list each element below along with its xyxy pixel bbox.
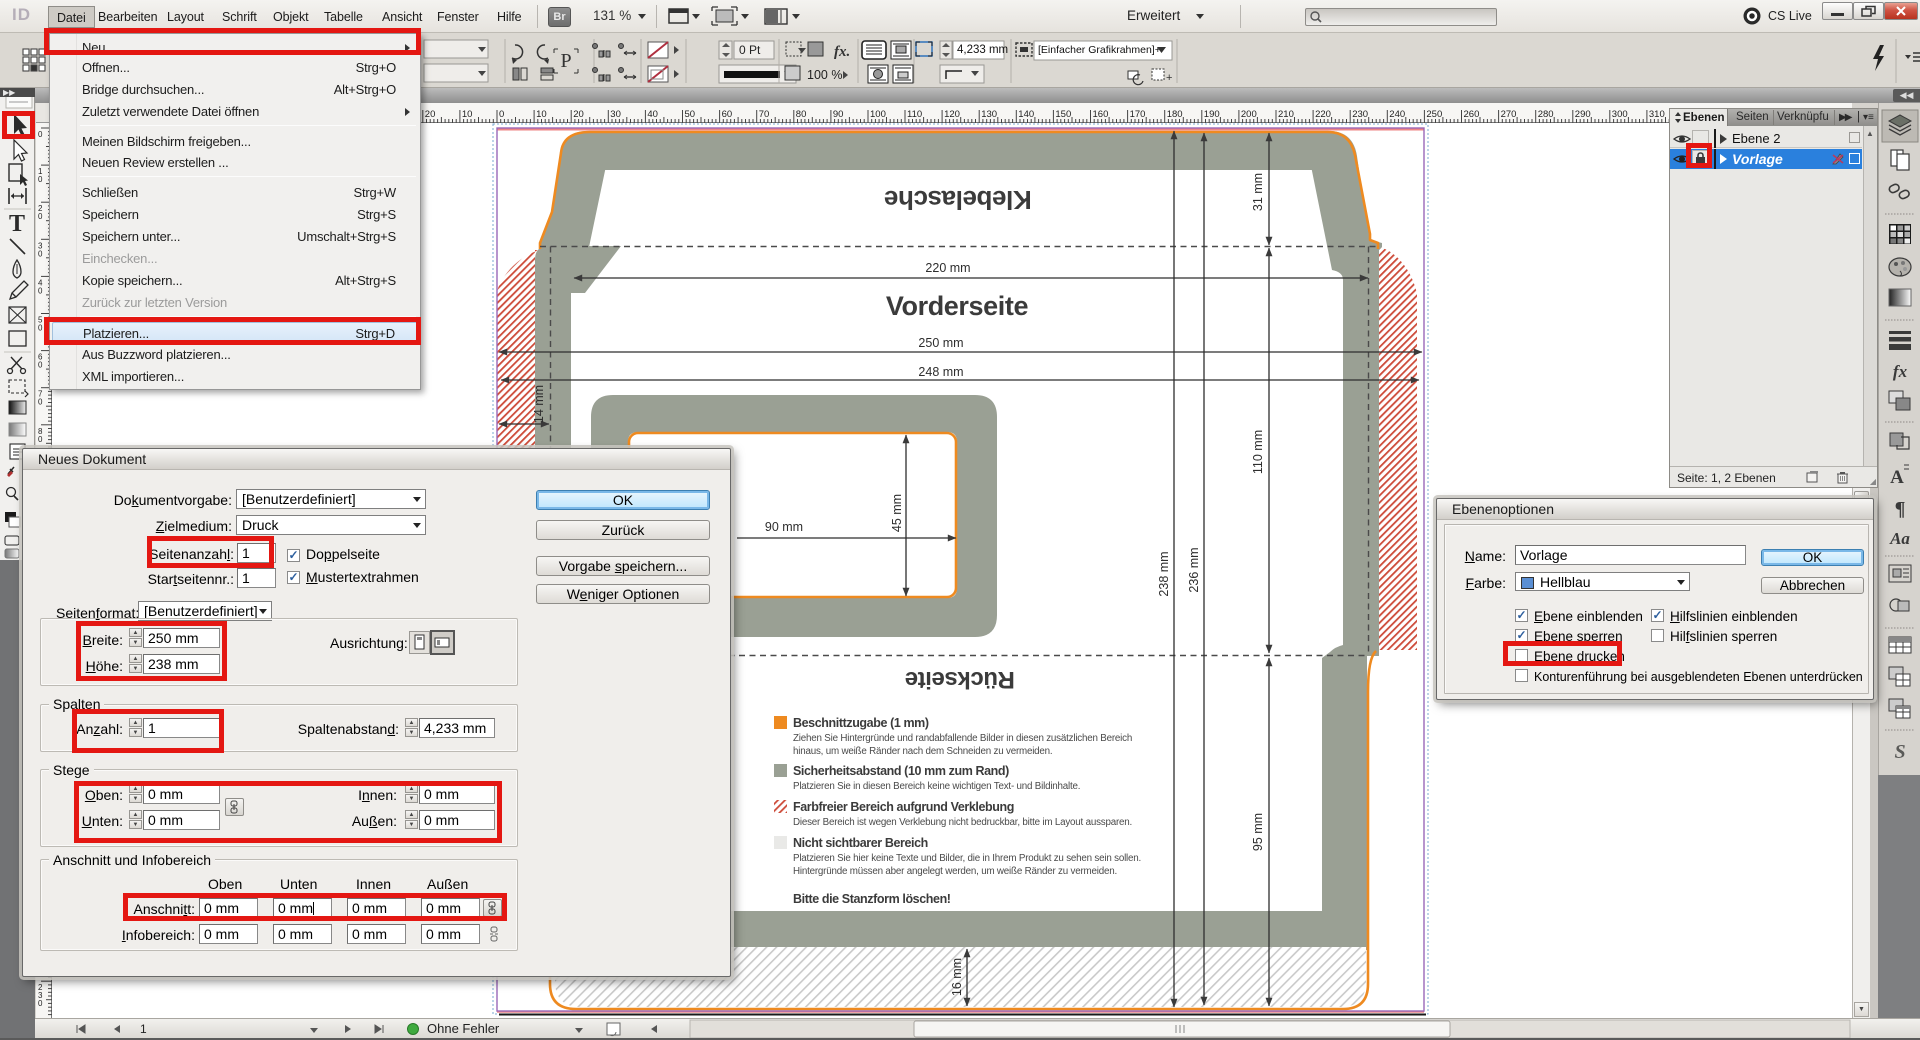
svg-text:310: 310: [1649, 109, 1665, 120]
svg-text:80: 80: [796, 109, 807, 120]
svg-text:220 mm: 220 mm: [925, 261, 970, 275]
svg-text:260: 260: [1464, 109, 1480, 120]
svg-text:Dieser Bereich ist wegen Verkl: Dieser Bereich ist wegen Verklebung nich…: [793, 817, 1132, 828]
svg-text:10: 10: [536, 109, 547, 120]
svg-text:fx.: fx.: [834, 44, 850, 60]
svg-text:250 mm: 250 mm: [918, 336, 963, 350]
svg-text:70: 70: [759, 109, 770, 120]
svg-text:50: 50: [685, 109, 696, 120]
svg-text:0: 0: [38, 435, 43, 444]
svg-text:110: 110: [907, 109, 922, 120]
svg-text:0: 0: [38, 361, 43, 370]
svg-text:0: 0: [38, 212, 43, 221]
svg-text:[Einfacher Grafikrahmen]+: [Einfacher Grafikrahmen]+: [1038, 44, 1161, 56]
svg-text:0: 0: [38, 249, 43, 258]
svg-text:210: 210: [1278, 109, 1294, 120]
svg-text:Nicht sichtbarer Bereich: Nicht sichtbarer Bereich: [793, 836, 928, 850]
svg-text:P: P: [560, 50, 571, 72]
svg-text:T: T: [9, 211, 25, 237]
svg-text:150: 150: [1055, 109, 1071, 120]
svg-text:Aa: Aa: [1889, 529, 1910, 548]
svg-text:Platzieren Sie hier keine Text: Platzieren Sie hier keine Texte und Bild…: [793, 853, 1141, 864]
svg-text:A: A: [1890, 467, 1904, 488]
svg-text:S: S: [1894, 741, 1905, 763]
svg-text:0: 0: [38, 286, 43, 295]
svg-text:Klebelasche: Klebelasche: [884, 185, 1031, 215]
svg-text:190: 190: [1204, 109, 1220, 120]
svg-text:100: 100: [870, 109, 886, 120]
svg-text:Platzieren Sie in diesen Berei: Platzieren Sie in diesen Bereich keine w…: [793, 781, 1080, 792]
svg-text:270: 270: [1501, 109, 1517, 120]
svg-text:0: 0: [38, 398, 43, 407]
svg-text:130: 130: [981, 109, 997, 120]
svg-text:180: 180: [1167, 109, 1183, 120]
svg-text:236 mm: 236 mm: [1187, 547, 1201, 592]
svg-text:160: 160: [1093, 109, 1109, 120]
svg-text:10: 10: [462, 109, 473, 120]
svg-text:200: 200: [1241, 109, 1257, 120]
svg-text:100 %: 100 %: [807, 68, 842, 82]
svg-text:Ziehen Sie Hintergründe und ra: Ziehen Sie Hintergründe und randabfallen…: [793, 733, 1132, 744]
svg-text:+: +: [1166, 72, 1172, 84]
svg-text:Rückseite: Rückseite: [905, 666, 1015, 693]
svg-text:4,233 mm: 4,233 mm: [957, 44, 1008, 56]
svg-text:Beschnittzugabe (1 mm): Beschnittzugabe (1 mm): [793, 716, 929, 730]
svg-text:280: 280: [1538, 109, 1554, 120]
svg-text:238 mm: 238 mm: [1157, 551, 1171, 596]
svg-text:14 mm: 14 mm: [532, 385, 546, 423]
svg-text:110 mm: 110 mm: [1251, 430, 1265, 474]
svg-text:¶: ¶: [1895, 498, 1906, 520]
svg-text:0: 0: [38, 999, 43, 1008]
svg-text:0: 0: [38, 324, 43, 333]
svg-text:Ohne Fehler: Ohne Fehler: [427, 1021, 500, 1036]
svg-text:300: 300: [1612, 109, 1628, 120]
svg-text:90 mm: 90 mm: [765, 520, 803, 534]
svg-text:95 mm: 95 mm: [1251, 813, 1265, 851]
svg-text:0: 0: [499, 109, 504, 120]
svg-text:0: 0: [38, 130, 43, 139]
svg-text:230: 230: [1352, 109, 1368, 120]
svg-text:31 mm: 31 mm: [1251, 173, 1265, 211]
svg-text:20: 20: [425, 109, 436, 120]
svg-text:Farbfreier Bereich aufgrund Ve: Farbfreier Bereich aufgrund Verklebung: [793, 800, 1014, 814]
svg-text:hinaus, um weiße Ränder nach d: hinaus, um weiße Ränder nach dem Schneid…: [793, 746, 1052, 757]
svg-text:45 mm: 45 mm: [890, 494, 904, 532]
svg-text:60: 60: [722, 109, 733, 120]
svg-text:140: 140: [1018, 109, 1034, 120]
svg-text:Hintergründe müssen aber angel: Hintergründe müssen aber angelegt werden…: [793, 866, 1117, 877]
svg-text:0: 0: [38, 175, 43, 184]
svg-text:1: 1: [140, 1022, 147, 1036]
svg-text:20: 20: [573, 109, 584, 120]
svg-text:248 mm: 248 mm: [918, 365, 963, 379]
svg-text:fx: fx: [1893, 362, 1908, 381]
svg-text:220: 220: [1315, 109, 1331, 120]
svg-text:90: 90: [833, 109, 844, 120]
svg-text:Vorderseite: Vorderseite: [886, 291, 1029, 321]
svg-text:170: 170: [1130, 109, 1146, 120]
svg-text:250: 250: [1426, 109, 1442, 120]
svg-text:Bitte die Stanzform löschen!: Bitte die Stanzform löschen!: [793, 892, 951, 906]
svg-text:290: 290: [1575, 109, 1591, 120]
svg-text:0 Pt: 0 Pt: [739, 43, 761, 57]
svg-text:Sicherheitsabstand (10 mm zum: Sicherheitsabstand (10 mm zum Rand): [793, 764, 1009, 778]
svg-text:40: 40: [647, 109, 658, 120]
svg-text:240: 240: [1389, 109, 1405, 120]
svg-text:16 mm: 16 mm: [950, 958, 964, 996]
svg-text:120: 120: [944, 109, 960, 120]
svg-text:30: 30: [610, 109, 621, 120]
